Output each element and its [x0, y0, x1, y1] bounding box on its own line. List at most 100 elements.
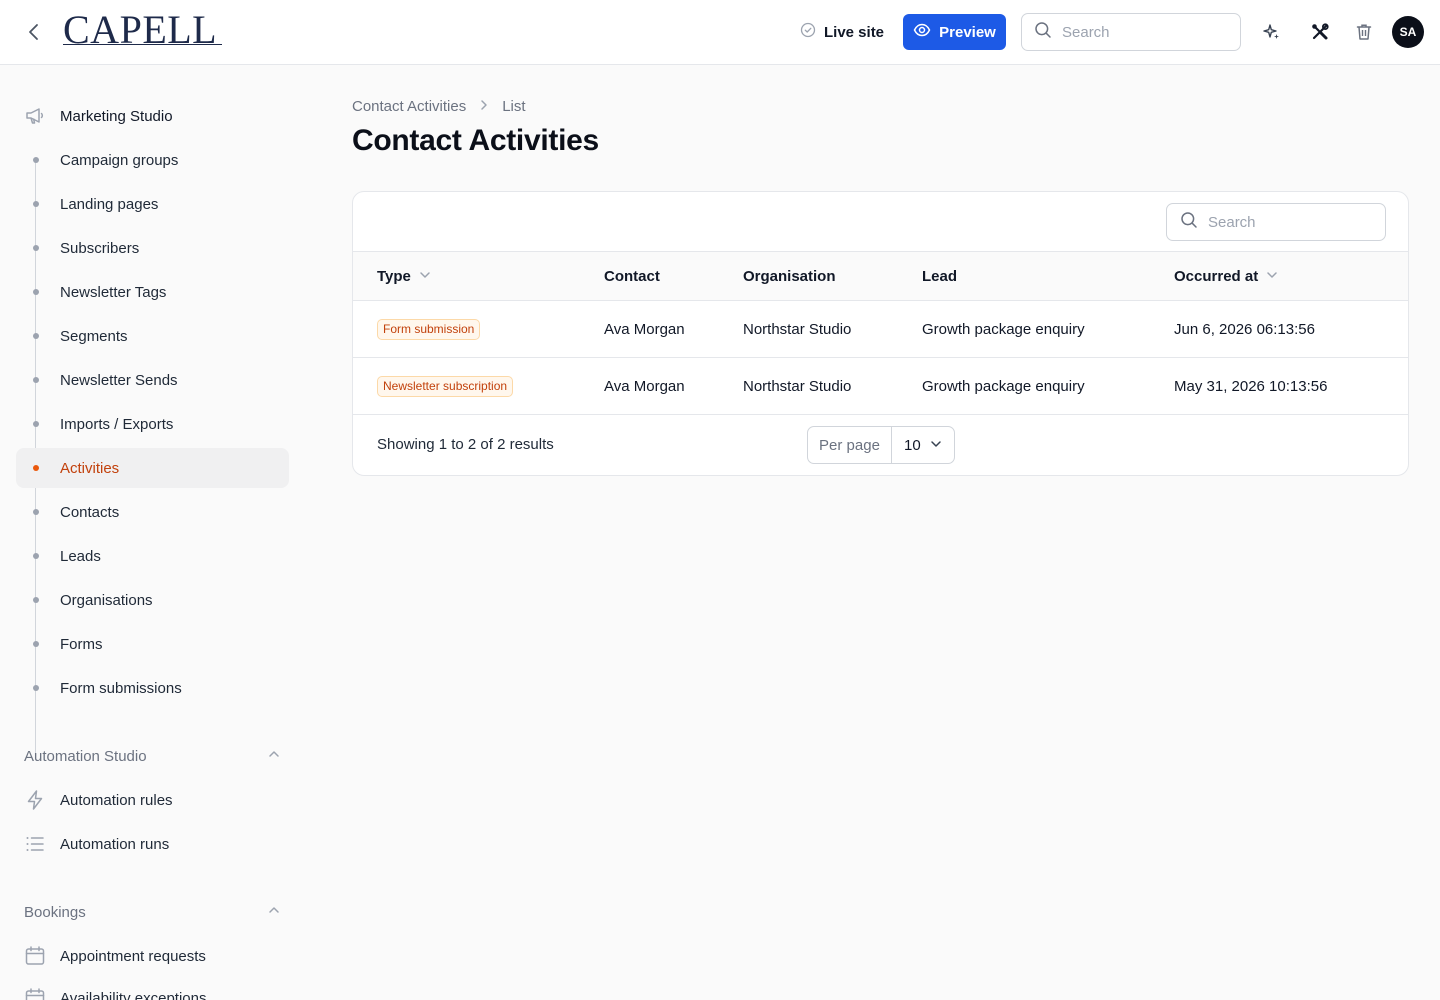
- sidebar-item-label: Organisations: [60, 591, 153, 609]
- bullet-dot: [33, 465, 39, 471]
- bullet-dot: [33, 201, 39, 207]
- sidebar-item-automation-rules[interactable]: Automation rules: [24, 788, 173, 812]
- sidebar-item-newsletter-sends[interactable]: Newsletter Sends: [16, 360, 289, 400]
- sidebar-item-landing-pages[interactable]: Landing pages: [16, 184, 289, 224]
- sidebar-item-label: Automation rules: [60, 791, 173, 809]
- sidebar-item-label: Landing pages: [60, 195, 159, 213]
- organisation-cell: Northstar Studio: [743, 377, 852, 395]
- column-header-lead: Lead: [922, 252, 957, 300]
- search-icon: [1034, 21, 1052, 44]
- sidebar-item-label: Activities: [60, 459, 120, 477]
- per-page-label: Per page: [808, 427, 892, 463]
- table-row[interactable]: Newsletter subscription Ava Morgan North…: [353, 358, 1408, 415]
- sidebar-item-label: Forms: [60, 635, 103, 653]
- column-header-organisation: Organisation: [743, 252, 836, 300]
- sidebar-item-contacts[interactable]: Contacts: [16, 492, 289, 532]
- sidebar-item-newsletter-tags[interactable]: Newsletter Tags: [16, 272, 289, 312]
- sidebar-item-label: Appointment requests: [60, 947, 206, 965]
- activities-table-card: Type Contact Organisation Lead Occurred …: [352, 191, 1409, 476]
- sidebar-item-label: Imports / Exports: [60, 415, 174, 433]
- per-page-value: 10: [904, 436, 921, 454]
- live-site-link[interactable]: Live site: [800, 20, 884, 44]
- check-circle-icon: [800, 22, 816, 42]
- organisation-cell: Northstar Studio: [743, 320, 852, 338]
- global-search[interactable]: [1021, 13, 1241, 51]
- bullet-dot: [33, 157, 39, 163]
- bullet-dot: [33, 641, 39, 647]
- avatar[interactable]: SA: [1392, 16, 1424, 48]
- back-arrow-icon[interactable]: [22, 20, 46, 44]
- megaphone-icon: [24, 105, 46, 127]
- list-icon: [24, 833, 46, 855]
- bullet-dot: [33, 245, 39, 251]
- sidebar-item-label: Automation runs: [60, 835, 170, 853]
- bullet-dot: [33, 289, 39, 295]
- bullet-dot: [33, 509, 39, 515]
- bullet-dot: [33, 553, 39, 559]
- table-header: Type Contact Organisation Lead Occurred …: [353, 251, 1408, 301]
- occurred-at-cell: May 31, 2026 10:13:56: [1174, 377, 1328, 395]
- sidebar-item-label: Newsletter Sends: [60, 371, 178, 389]
- table-search-input[interactable]: [1208, 213, 1358, 231]
- logo[interactable]: CAPELL: [63, 8, 217, 52]
- column-label: Contact: [604, 267, 660, 285]
- bullet-dot: [33, 377, 39, 383]
- sidebar-item-forms[interactable]: Forms: [16, 624, 289, 664]
- sidebar-item-availability-exceptions[interactable]: Availability exceptions: [24, 986, 206, 1000]
- sidebar-item-activities[interactable]: Activities: [16, 448, 289, 488]
- column-label: Organisation: [743, 267, 836, 285]
- sidebar-item-label: Contacts: [60, 503, 120, 521]
- preview-button[interactable]: Preview: [903, 14, 1006, 50]
- sidebar-item-automation-runs[interactable]: Automation runs: [24, 832, 169, 856]
- sidebar-item-campaign-groups[interactable]: Campaign groups: [16, 140, 289, 180]
- sidebar-item-imports-exports[interactable]: Imports / Exports: [16, 404, 289, 444]
- column-label: Type: [377, 267, 411, 285]
- breadcrumb-parent[interactable]: Contact Activities: [352, 98, 466, 115]
- trash-icon[interactable]: [1352, 20, 1376, 44]
- sparkles-icon[interactable]: [1260, 20, 1284, 44]
- sidebar-item-leads[interactable]: Leads: [16, 536, 289, 576]
- search-icon: [1180, 211, 1198, 234]
- tools-icon[interactable]: [1308, 20, 1332, 44]
- per-page-dropdown[interactable]: 10: [892, 427, 954, 463]
- sidebar-item-label: Availability exceptions: [60, 989, 207, 1000]
- per-page-select[interactable]: Per page 10: [807, 426, 955, 464]
- bullet-dot: [33, 421, 39, 427]
- lightning-icon: [24, 789, 46, 811]
- chevron-down-icon: [1266, 268, 1278, 285]
- sidebar-group-marketing-studio: Marketing Studio: [24, 104, 173, 128]
- bullet-dot: [33, 685, 39, 691]
- sidebar-item-form-submissions[interactable]: Form submissions: [16, 668, 289, 708]
- sidebar-item-segments[interactable]: Segments: [16, 316, 289, 356]
- chevron-up-icon: [267, 903, 281, 921]
- status-badge: Newsletter subscription: [377, 375, 514, 397]
- column-header-occurred-at[interactable]: Occurred at: [1174, 252, 1278, 300]
- occurred-at-cell: Jun 6, 2026 06:13:56: [1174, 320, 1315, 338]
- eye-icon: [913, 21, 931, 43]
- logo-underline: [63, 44, 222, 45]
- global-search-input[interactable]: [1062, 23, 1212, 41]
- section-bookings[interactable]: Bookings: [24, 900, 281, 924]
- sidebar-item-organisations[interactable]: Organisations: [16, 580, 289, 620]
- column-header-contact: Contact: [604, 252, 660, 300]
- live-site-label: Live site: [824, 23, 885, 41]
- section-automation-studio[interactable]: Automation Studio: [24, 744, 281, 768]
- chevron-down-icon: [419, 268, 431, 285]
- table-row[interactable]: Form submission Ava Morgan Northstar Stu…: [353, 301, 1408, 358]
- pagination-summary: Showing 1 to 2 of 2 results: [377, 436, 554, 453]
- contact-cell: Ava Morgan: [604, 377, 685, 395]
- sidebar-item-subscribers[interactable]: Subscribers: [16, 228, 289, 268]
- sidebar-item-appointment-requests[interactable]: Appointment requests: [24, 944, 206, 968]
- contact-cell: Ava Morgan: [604, 320, 685, 338]
- section-title: Automation Studio: [24, 747, 147, 765]
- column-header-type[interactable]: Type: [377, 252, 431, 300]
- sidebar-item-label: Leads: [60, 547, 101, 565]
- sidebar-group-label: Marketing Studio: [60, 107, 173, 125]
- lead-cell: Growth package enquiry: [922, 377, 1085, 395]
- status-badge: Form submission: [377, 318, 481, 340]
- sidebar-item-label: Campaign groups: [60, 151, 179, 169]
- section-title: Bookings: [24, 903, 86, 921]
- calendar-icon: [24, 987, 46, 1000]
- preview-label: Preview: [939, 23, 996, 41]
- table-search[interactable]: [1166, 203, 1386, 241]
